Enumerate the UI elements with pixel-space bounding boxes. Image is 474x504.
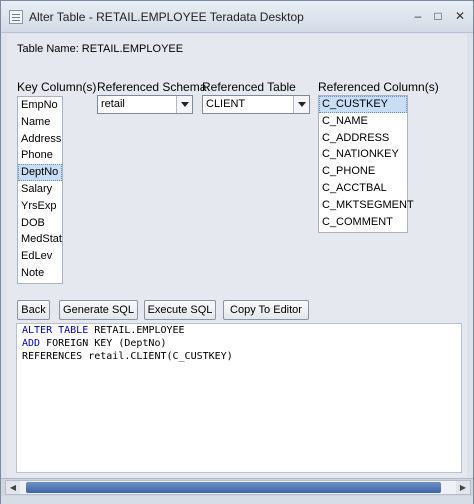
list-item[interactable]: C_CUSTKEY bbox=[319, 96, 407, 113]
table-dropdown-value: CLIENT bbox=[206, 98, 246, 110]
close-icon: ✕ bbox=[454, 9, 466, 23]
key-columns-header: Key Column(s) bbox=[17, 80, 97, 94]
list-item[interactable]: YrsExp bbox=[18, 198, 62, 215]
sql-line-3: REFERENCES retail.CLIENT(C_CUSTKEY) bbox=[22, 351, 233, 362]
referenced-table-header: Referenced Table bbox=[202, 80, 296, 94]
scroll-left-icon[interactable]: ◀ bbox=[6, 481, 20, 494]
list-item[interactable]: Phone bbox=[18, 147, 62, 164]
list-item[interactable]: DOB bbox=[18, 215, 62, 232]
maximize-button[interactable]: □ bbox=[428, 7, 448, 26]
alter-table-window: Alter Table - RETAIL.EMPLOYEE Teradata D… bbox=[0, 0, 474, 504]
minimize-button[interactable]: – bbox=[408, 7, 428, 26]
sql-text: FOREIGN KEY (DeptNo) bbox=[40, 338, 167, 349]
sql-keyword: ALTER TABLE bbox=[22, 325, 89, 336]
referenced-columns-list[interactable]: C_CUSTKEY C_NAME C_ADDRESS C_NATIONKEY C_PHO… bbox=[318, 95, 414, 233]
referenced-columns-header: Referenced Column(s) bbox=[318, 80, 439, 94]
scroll-right-icon[interactable]: ▶ bbox=[456, 481, 470, 494]
execute-sql-button[interactable]: Execute SQL bbox=[144, 300, 216, 320]
copy-to-editor-button[interactable]: Copy To Editor bbox=[223, 300, 309, 320]
table-name-label: Table Name: RETAIL.EMPLOYEE bbox=[17, 43, 184, 55]
list-item[interactable]: Name bbox=[18, 114, 62, 131]
minimize-icon: – bbox=[414, 9, 422, 23]
list-item[interactable]: MedStat bbox=[18, 231, 62, 248]
key-columns-list[interactable]: EmpNo Name Address Phone DeptNo Salary YrsExp D… bbox=[17, 96, 63, 284]
list-item[interactable]: C_MKTSEGMENT bbox=[319, 197, 414, 214]
window-icon bbox=[9, 10, 23, 24]
list-item[interactable]: Address bbox=[18, 131, 62, 148]
list-item[interactable]: Salary bbox=[18, 181, 62, 198]
close-button[interactable]: ✕ bbox=[450, 7, 470, 26]
generate-sql-button[interactable]: Generate SQL bbox=[59, 300, 138, 320]
title-bar[interactable]: Alter Table - RETAIL.EMPLOYEE Teradata D… bbox=[1, 1, 473, 33]
sql-keyword: ADD bbox=[22, 338, 41, 349]
list-item[interactable]: DeptNo bbox=[18, 164, 62, 181]
list-item[interactable]: C_ADDRESS bbox=[319, 130, 407, 147]
referenced-schema-header: Referenced Schema bbox=[97, 80, 207, 94]
maximize-icon: □ bbox=[434, 9, 442, 23]
list-item[interactable]: Note bbox=[18, 265, 62, 282]
sql-text: RETAIL.EMPLOYEE bbox=[88, 325, 185, 336]
horizontal-scrollbar[interactable]: ◀ ▶ bbox=[5, 480, 471, 495]
sql-line-2: ADD FOREIGN KEY (DeptNo) bbox=[22, 338, 167, 349]
list-item[interactable]: EmpNo bbox=[18, 97, 62, 114]
schema-dropdown[interactable]: retail bbox=[97, 95, 193, 114]
list-item[interactable]: C_COMMENT bbox=[319, 214, 407, 231]
schema-dropdown-value: retail bbox=[101, 98, 125, 110]
chevron-down-icon[interactable] bbox=[176, 96, 192, 113]
list-item[interactable]: C_ACCTBAL bbox=[319, 180, 407, 197]
table-dropdown[interactable]: CLIENT bbox=[202, 95, 310, 114]
list-item[interactable]: EdLev bbox=[18, 248, 62, 265]
sql-editor[interactable]: ALTER TABLE RETAIL.EMPLOYEE ADD FOREIGN … bbox=[16, 323, 462, 473]
sql-line-1: ALTER TABLE RETAIL.EMPLOYEE bbox=[22, 325, 185, 336]
back-button[interactable]: Back bbox=[17, 300, 50, 320]
list-item[interactable]: C_NAME bbox=[319, 113, 407, 130]
list-item[interactable]: C_NATIONKEY bbox=[319, 146, 407, 163]
chevron-down-icon[interactable] bbox=[293, 96, 309, 113]
list-item[interactable]: C_PHONE bbox=[319, 163, 407, 180]
window-title: Alter Table - RETAIL.EMPLOYEE Teradata D… bbox=[29, 10, 304, 24]
status-strip bbox=[1, 496, 473, 504]
scrollbar-thumb[interactable] bbox=[26, 482, 441, 493]
